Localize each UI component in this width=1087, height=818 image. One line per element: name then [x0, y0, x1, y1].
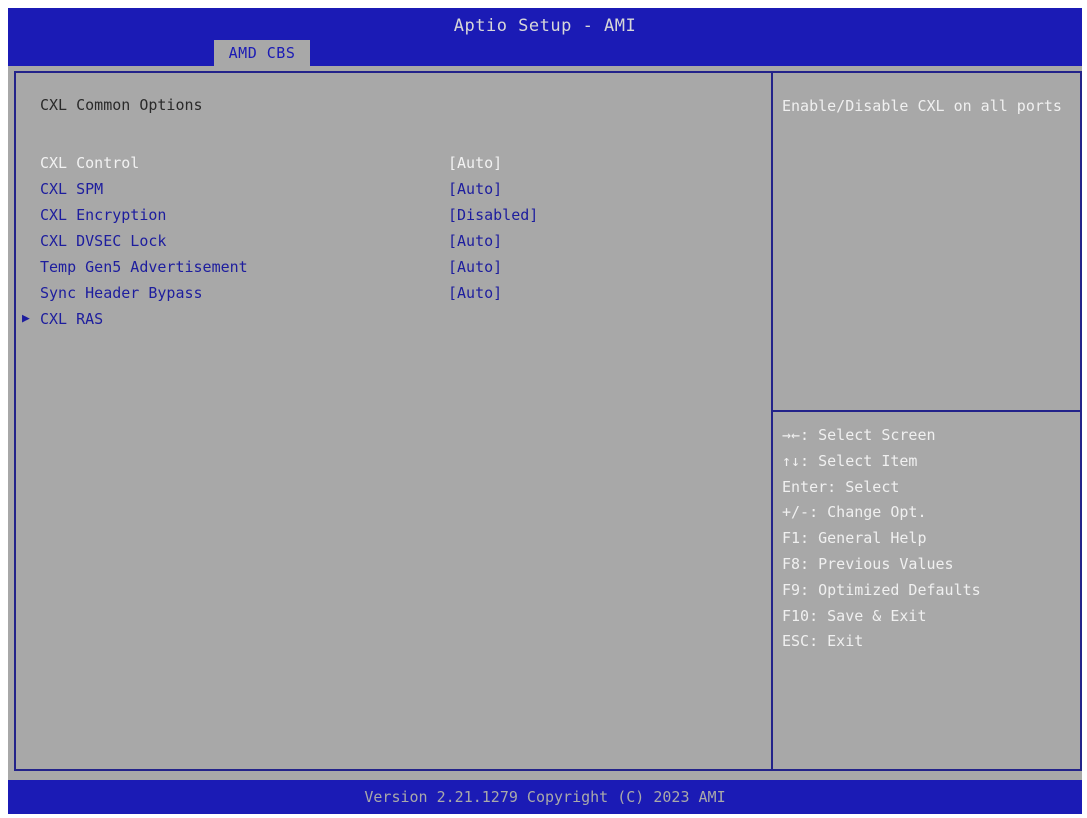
- menu-item-cxl-dvsec-lock[interactable]: CXL DVSEC Lock [Auto]: [40, 230, 580, 252]
- menu-item-label: CXL SPM: [40, 180, 104, 198]
- submenu-item-cxl-ras[interactable]: ▶ CXL RAS: [22, 308, 580, 330]
- menu-item-value[interactable]: [Auto]: [448, 256, 502, 278]
- key-hint: F1: General Help: [782, 529, 927, 548]
- key-hint: Enter: Select: [782, 477, 900, 496]
- item-help-text: Enable/Disable CXL on all ports: [782, 97, 1062, 115]
- tab-amd-cbs[interactable]: AMD CBS: [214, 40, 310, 66]
- title-bar: Aptio Setup - AMI AMD CBS: [8, 8, 1082, 66]
- menu-item-label: CXL Control: [40, 154, 140, 172]
- section-title: CXL Common Options: [40, 96, 203, 114]
- version-text: Version 2.21.1279 Copyright (C) 2023 AMI: [364, 788, 726, 806]
- help-divider: [773, 410, 1080, 412]
- menu-item-cxl-spm[interactable]: CXL SPM [Auto]: [40, 178, 580, 200]
- menu-item-cxl-control[interactable]: CXL Control [Auto]: [40, 152, 580, 174]
- footer-bar: Version 2.21.1279 Copyright (C) 2023 AMI: [8, 780, 1082, 814]
- key-hint: ESC: Exit: [782, 632, 864, 651]
- key-hint: ↑↓: Select Item: [782, 451, 918, 470]
- key-legend: →←: Select Screen ↑↓: Select Item Enter:…: [782, 423, 981, 655]
- panel-divider: [771, 73, 773, 769]
- menu-item-label: Sync Header Bypass: [40, 284, 203, 302]
- menu-item-temp-gen5-advertisement[interactable]: Temp Gen5 Advertisement [Auto]: [40, 256, 580, 278]
- menu-item-label: Temp Gen5 Advertisement: [40, 258, 248, 276]
- menu-item-value[interactable]: [Auto]: [448, 152, 502, 174]
- menu-item-sync-header-bypass[interactable]: Sync Header Bypass [Auto]: [40, 282, 580, 304]
- key-hint: +/-: Change Opt.: [782, 503, 927, 522]
- menu-item-value[interactable]: [Auto]: [448, 230, 502, 252]
- menu-item-label: CXL Encryption: [40, 206, 167, 224]
- key-hint: F10: Save & Exit: [782, 606, 927, 625]
- menu-item-value[interactable]: [Disabled]: [448, 204, 538, 226]
- key-hint: F8: Previous Values: [782, 554, 954, 573]
- key-hint: F9: Optimized Defaults: [782, 580, 981, 599]
- menu-item-label: CXL RAS: [40, 310, 104, 328]
- menu-item-label: CXL DVSEC Lock: [40, 232, 167, 250]
- menu-item-cxl-encryption[interactable]: CXL Encryption [Disabled]: [40, 204, 580, 226]
- submenu-arrow-icon: ▶: [22, 311, 30, 326]
- app-title: Aptio Setup - AMI: [453, 16, 637, 36]
- main-frame: CXL Common Options CXL Control [Auto] CX…: [14, 71, 1082, 771]
- menu-item-value[interactable]: [Auto]: [448, 282, 502, 304]
- bios-screen: Aptio Setup - AMI AMD CBS CXL Common Opt…: [8, 8, 1082, 814]
- menu-item-value[interactable]: [Auto]: [448, 178, 502, 200]
- key-hint: →←: Select Screen: [782, 426, 936, 444]
